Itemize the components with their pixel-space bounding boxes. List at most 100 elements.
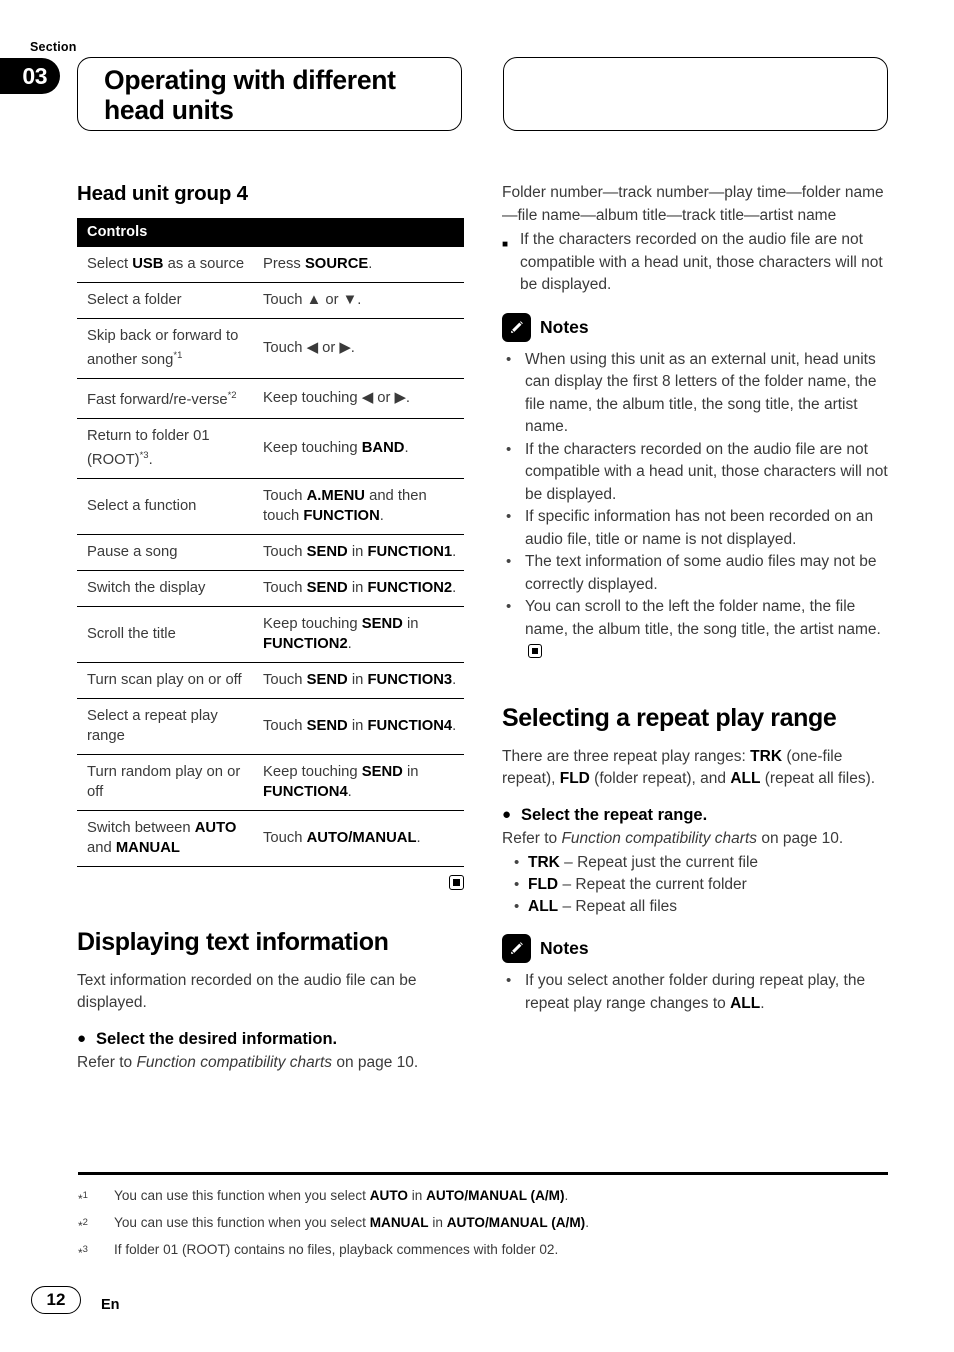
table-row: Skip back or forward to another song*1 T…	[77, 318, 464, 379]
footnote-part-3: .	[585, 1215, 589, 1230]
control-cell: Select a function	[77, 478, 255, 535]
controls-table: Controls Select USB as a source Press SO…	[77, 218, 464, 867]
intro-part-3: (folder repeat), and	[589, 770, 731, 787]
list-item: • TRK – Repeat just the current file	[502, 852, 892, 874]
action-cell: Keep touching SEND in FUNCTION4.	[255, 754, 464, 811]
table-row: Turn random play on or off Keep touching…	[77, 754, 464, 811]
code-all: ALL	[730, 770, 761, 787]
footnote-bold-2: AUTO/MANUAL (A/M)	[426, 1188, 565, 1203]
header-right-empty-box	[503, 57, 888, 131]
code-trk: TRK	[750, 747, 783, 765]
list-item: • ALL – Repeat all files	[502, 896, 892, 918]
control-cell: Select a folder	[77, 282, 255, 319]
table-header-row: Controls	[77, 218, 464, 247]
note-item: • The text information of some audio fil…	[502, 551, 892, 596]
notes-header-1: Notes	[502, 312, 892, 342]
action-cell: Keep touching SEND in FUNCTION2.	[255, 606, 464, 663]
filled-circle-bullet-icon: ●	[502, 805, 512, 823]
table-row: Switch the display Touch SEND in FUNCTIO…	[77, 570, 464, 607]
table-row: Pause a song Touch SEND in FUNCTION1.	[77, 534, 464, 571]
section-number-badge: 03	[0, 58, 60, 94]
square-bullet-icon: ■	[502, 239, 509, 250]
control-cell: Turn random play on or off	[77, 754, 255, 811]
footnote-part-2: in	[428, 1215, 447, 1230]
footnote-part-3: .	[564, 1188, 569, 1203]
table-row: Scroll the title Keep touching SEND in F…	[77, 606, 464, 663]
control-cell: Select a repeat play range	[77, 698, 255, 755]
footnote-marker-number: 1	[82, 1190, 88, 1201]
bullet-icon: •	[514, 876, 520, 893]
footnote-part-1: You can use this function when you selec…	[114, 1188, 370, 1203]
footnote-item: *1 You can use this function when you se…	[78, 1184, 888, 1211]
footnote-divider	[78, 1172, 888, 1175]
bullet-icon: •	[506, 972, 512, 989]
table-row: Turn scan play on or off Touch SEND in F…	[77, 662, 464, 699]
action-select-desired-information: ● Select the desired information.	[77, 1028, 464, 1050]
note-item: • When using this unit as an external un…	[502, 349, 892, 439]
control-cell: Skip back or forward to another song*1	[77, 318, 255, 379]
repeat-range-list: • TRK – Repeat just the current file • F…	[502, 852, 892, 918]
footnote-bold-1: MANUAL	[369, 1215, 429, 1230]
refer-suffix: on page 10.	[332, 1053, 419, 1071]
footnote-item: *3 If folder 01 (ROOT) contains no files…	[78, 1238, 888, 1265]
range-desc: – Repeat all files	[558, 898, 678, 915]
note-text: If specific information has not been rec…	[525, 508, 874, 548]
range-desc: – Repeat the current folder	[558, 876, 747, 893]
refer-suffix: on page 10.	[757, 829, 844, 847]
bullet-icon: •	[514, 854, 520, 871]
control-cell: Scroll the title	[77, 606, 255, 663]
action-cell: Touch AUTO/MANUAL.	[255, 810, 464, 867]
footnote-text: You can use this function when you selec…	[114, 1184, 568, 1211]
range-code: ALL	[528, 898, 559, 915]
bullet-icon: •	[506, 440, 512, 458]
page-footer: 12 En	[31, 1286, 120, 1314]
note-text-inner: You can scroll to the left the folder na…	[525, 598, 881, 638]
footnote-text: You can use this function when you selec…	[114, 1211, 589, 1238]
note-text: The text information of some audio files…	[525, 553, 877, 593]
control-cell: Select USB as a source	[77, 247, 255, 283]
table-row: Select USB as a source Press SOURCE.	[77, 247, 464, 283]
square-note-item: ■ If the characters recorded on the audi…	[502, 229, 892, 297]
page-title: Operating with different head units	[104, 65, 396, 125]
range-code: FLD	[528, 876, 559, 893]
bullet-icon: •	[506, 350, 512, 368]
action-cell: Touch SEND in FUNCTION4.	[255, 698, 464, 755]
bullet-icon: •	[506, 598, 512, 615]
display-order-line: Folder number—track number—play time—fol…	[502, 184, 884, 224]
note-text: You can scroll to the left the folder na…	[525, 596, 892, 664]
end-of-section-icon	[449, 874, 464, 890]
footnote-marker-number: 3	[82, 1244, 88, 1255]
footnote-marker: *3	[78, 1244, 88, 1260]
code-all: ALL	[730, 994, 761, 1012]
refer-prefix: Refer to	[77, 1053, 137, 1071]
control-cell: Pause a song	[77, 534, 255, 571]
action-cell: Touch A.MENU and then touch FUNCTION.	[255, 478, 464, 535]
pencil-note-icon	[502, 312, 531, 342]
action-cell: Touch SEND in FUNCTION3.	[255, 662, 464, 699]
language-label: En	[101, 1296, 120, 1313]
refer-to-line: Refer to Function compatibility charts o…	[77, 1052, 464, 1075]
range-code: TRK	[528, 854, 560, 871]
displaying-text-intro: Text information recorded on the audio f…	[77, 971, 417, 1012]
action-cell: Touch ◀ or ▶.	[255, 318, 464, 379]
bullet-icon: •	[514, 898, 520, 915]
table-row: Fast forward/re-verse*2 Keep touching ◀ …	[77, 378, 464, 419]
square-note-text: If the characters recorded on the audio …	[520, 231, 883, 293]
control-cell: Fast forward/re-verse*2	[77, 378, 255, 419]
chapter-title-box: Operating with different head units	[77, 57, 462, 131]
footnote-part-1: You can use this function when you selec…	[114, 1215, 370, 1230]
head-unit-group-heading: Head unit group 4	[77, 182, 248, 205]
notes-label: Notes	[540, 316, 589, 337]
refer-italic-title: Function compatibility charts	[561, 829, 758, 847]
footnote-text: If folder 01 (ROOT) contains no files, p…	[114, 1242, 559, 1257]
pencil-note-icon	[502, 934, 531, 963]
note-text-suffix: .	[760, 994, 765, 1012]
action-cell: Keep touching ◀ or ▶.	[255, 378, 464, 419]
table-row: Select a function Touch A.MENU and then …	[77, 478, 464, 535]
footnote-marker: *2	[78, 1217, 88, 1233]
note-text: If the characters recorded on the audio …	[525, 440, 888, 503]
control-cell: Switch between AUTO and MANUAL	[77, 810, 255, 867]
selecting-repeat-heading: Selecting a repeat play range	[502, 703, 837, 732]
action-cell: Touch SEND in FUNCTION2.	[255, 570, 464, 607]
footnote-bold-2: AUTO/MANUAL (A/M)	[446, 1215, 586, 1230]
